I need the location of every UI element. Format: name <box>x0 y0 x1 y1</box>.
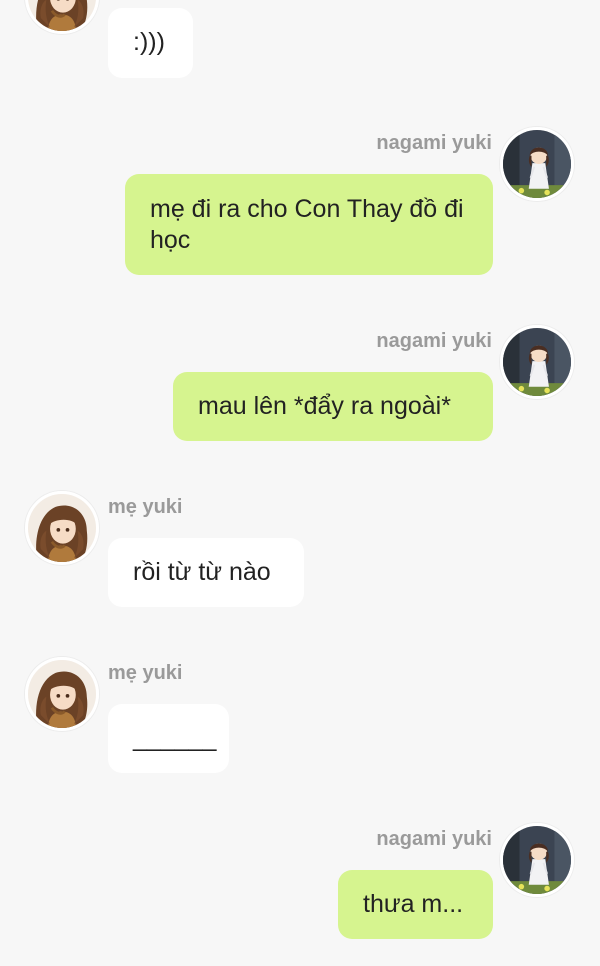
message-bubble[interactable]: mau lên *đẩy ra ngoài* <box>173 372 493 441</box>
user-avatar-icon[interactable] <box>500 127 574 201</box>
mother-avatar-icon[interactable] <box>25 657 99 731</box>
message-bubble[interactable]: thưa m... <box>338 870 493 939</box>
sender-name: nagami yuki <box>376 132 492 154</box>
message-bubble[interactable]: ______ <box>108 704 229 773</box>
user-avatar-icon[interactable] <box>500 325 574 399</box>
message-bubble[interactable]: mẹ đi ra cho Con Thay đồ đi học <box>125 174 493 275</box>
sender-name: mẹ yuki <box>108 662 183 684</box>
mother-avatar-icon[interactable] <box>25 0 99 34</box>
sender-name: nagami yuki <box>376 828 492 850</box>
message-text: ______ <box>133 724 217 752</box>
message-text: mẹ đi ra cho Con Thay đồ đi học <box>150 195 464 254</box>
sender-name: mẹ yuki <box>108 496 183 518</box>
user-avatar-icon[interactable] <box>500 823 574 897</box>
message-text: rồi từ từ nào <box>133 558 271 586</box>
message-bubble[interactable]: rồi từ từ nào <box>108 538 304 607</box>
message-text: mau lên *đẩy ra ngoài* <box>198 392 451 420</box>
sender-name: nagami yuki <box>376 330 492 352</box>
chat-thread: :))) nagami yuki mẹ đi ra cho Con Thay đ… <box>0 0 600 966</box>
message-bubble[interactable]: :))) <box>108 8 193 78</box>
message-text: thưa m... <box>363 890 464 918</box>
message-text: :))) <box>133 28 165 56</box>
mother-avatar-icon[interactable] <box>25 491 99 565</box>
